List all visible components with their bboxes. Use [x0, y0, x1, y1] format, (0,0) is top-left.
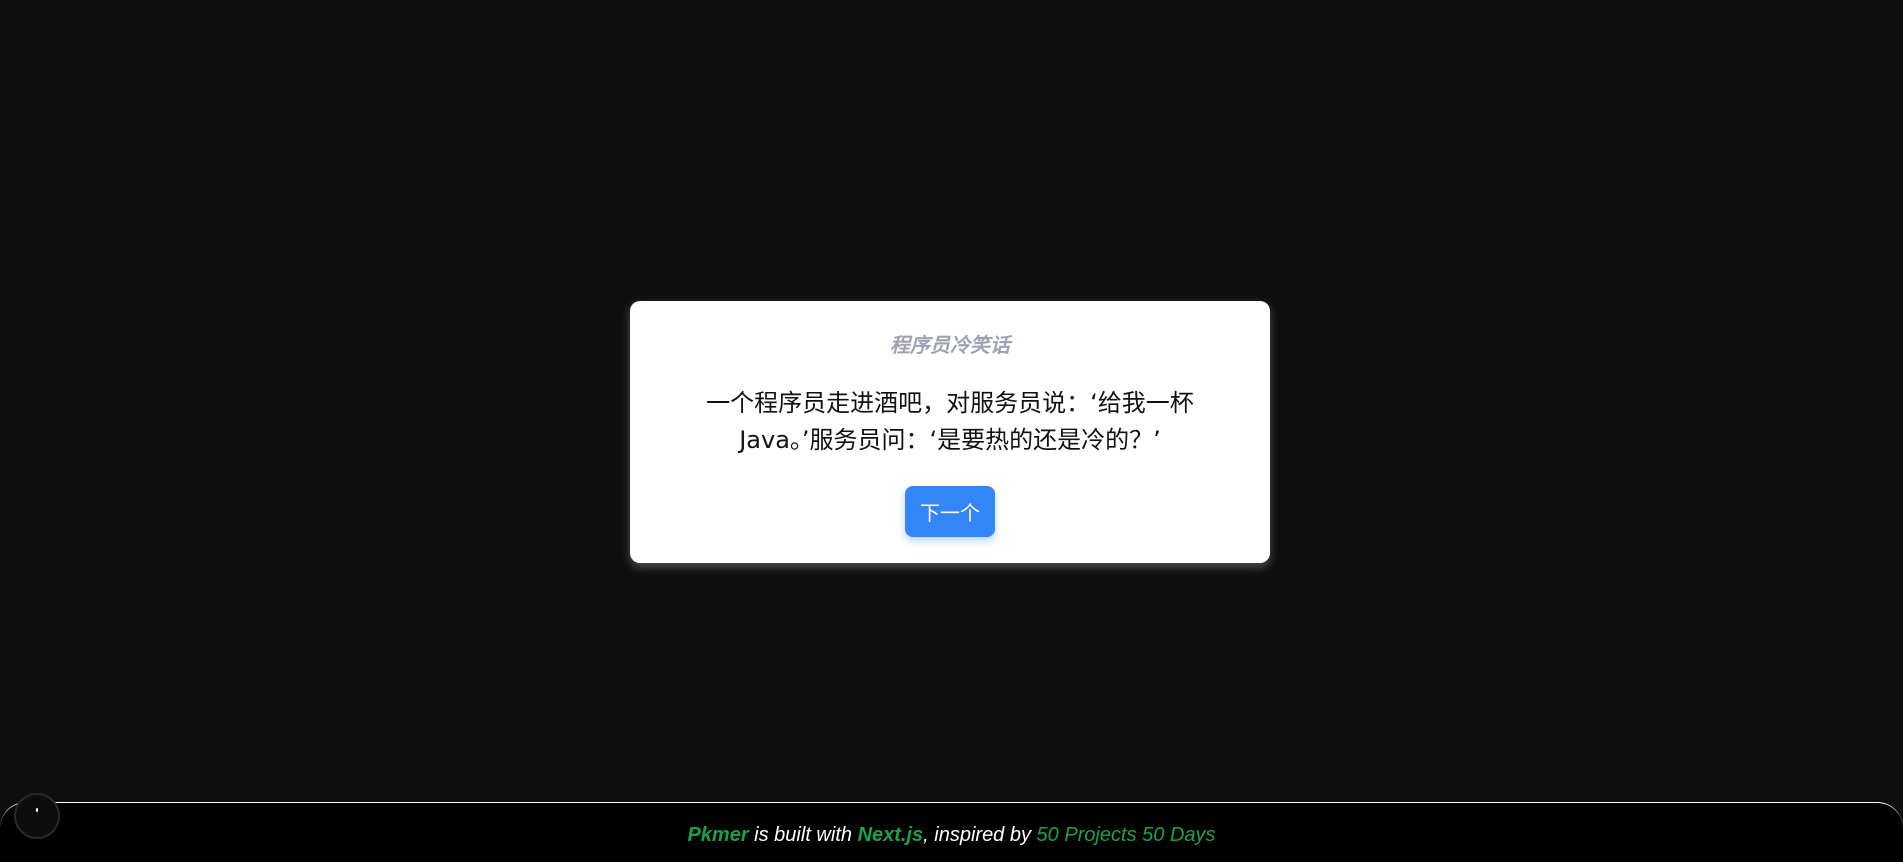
- next-joke-button[interactable]: 下一个: [905, 486, 995, 537]
- framework-link[interactable]: Next.js: [858, 824, 924, 846]
- card-title: 程序员冷笑话: [890, 333, 1010, 357]
- footer-text: Pkmer is built with Next.js, inspired by…: [0, 824, 1903, 847]
- built-with-text: is built with: [748, 824, 858, 846]
- dot-icon: [36, 808, 38, 812]
- joke-text: 一个程序员走进酒吧，对服务员说：‘给我一杯 Java。’服务员问：‘是要热的还是…: [706, 389, 1194, 454]
- inspiration-link[interactable]: 50 Projects 50 Days: [1037, 824, 1216, 846]
- joke-card: 程序员冷笑话 一个程序员走进酒吧，对服务员说：‘给我一杯 Java。’服务员问：…: [630, 301, 1270, 563]
- inspired-by-text: , inspired by: [923, 824, 1037, 846]
- brand-link[interactable]: Pkmer: [687, 824, 748, 846]
- page: 程序员冷笑话 一个程序员走进酒吧，对服务员说：‘给我一杯 Java。’服务员问：…: [0, 0, 1903, 862]
- footer: Pkmer is built with Next.js, inspired by…: [0, 802, 1903, 862]
- floating-action-button[interactable]: [14, 793, 60, 839]
